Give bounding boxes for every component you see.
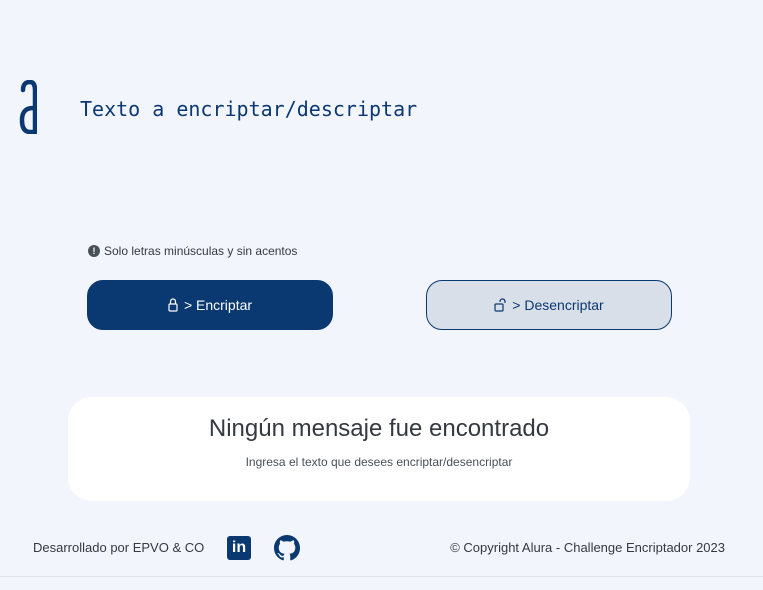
encrypt-button-label: > Encriptar xyxy=(183,297,253,313)
footer-copyright: © Copyright Alura - Challenge Encriptado… xyxy=(450,540,725,555)
result-title: Ningún mensaje fue encontrado xyxy=(208,415,550,442)
decrypt-button[interactable]: > Desencriptar xyxy=(426,280,672,330)
bottom-divider xyxy=(0,576,763,577)
github-icon[interactable] xyxy=(274,535,300,561)
input-hint: ! Solo letras minúsculas y sin acentos xyxy=(88,244,297,258)
linkedin-icon[interactable]: in xyxy=(227,536,251,560)
result-subtitle: Ingresa el texto que desees encriptar/de… xyxy=(245,455,513,469)
exclamation-circle-icon: ! xyxy=(88,245,100,257)
unlock-icon xyxy=(494,298,506,312)
decrypt-button-label: > Desencriptar xyxy=(512,297,604,313)
alura-logo xyxy=(19,80,37,134)
result-card: Ningún mensaje fue encontrado Ingresa el… xyxy=(68,397,690,501)
text-input[interactable] xyxy=(80,95,700,215)
lock-icon xyxy=(168,298,178,312)
footer: Desarrollado por EPVO & CO in © Copyrigh… xyxy=(0,530,763,576)
encrypt-button[interactable]: > Encriptar xyxy=(87,280,333,330)
hint-text: Solo letras minúsculas y sin acentos xyxy=(104,244,298,258)
footer-developer-text: Desarrollado por EPVO & CO xyxy=(33,540,205,555)
